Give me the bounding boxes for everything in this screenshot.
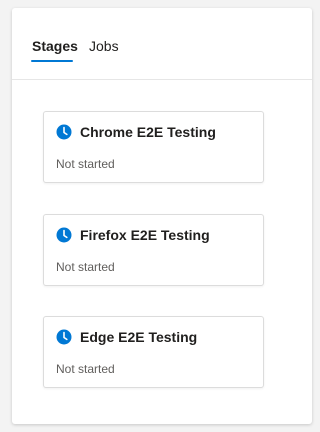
clock-icon [56, 124, 72, 140]
stage-title: Firefox E2E Testing [80, 227, 210, 243]
stage-status: Not started [56, 157, 115, 171]
stages-panel: Stages Jobs Chrome E2E Testing Not start… [12, 8, 312, 424]
selected-tab-indicator [31, 60, 73, 62]
stage-card-edge[interactable]: Edge E2E Testing Not started [43, 316, 264, 388]
stage-title: Edge E2E Testing [80, 329, 198, 345]
tab-bar: Stages Jobs [12, 8, 312, 80]
tab-stages[interactable]: Stages [32, 37, 78, 55]
clock-icon [56, 329, 72, 345]
stage-title: Chrome E2E Testing [80, 124, 216, 140]
stage-status: Not started [56, 260, 115, 274]
stage-card-chrome[interactable]: Chrome E2E Testing Not started [43, 111, 264, 183]
clock-icon [56, 227, 72, 243]
stage-card-firefox[interactable]: Firefox E2E Testing Not started [43, 214, 264, 286]
stage-status: Not started [56, 362, 115, 376]
tab-jobs[interactable]: Jobs [89, 37, 119, 55]
